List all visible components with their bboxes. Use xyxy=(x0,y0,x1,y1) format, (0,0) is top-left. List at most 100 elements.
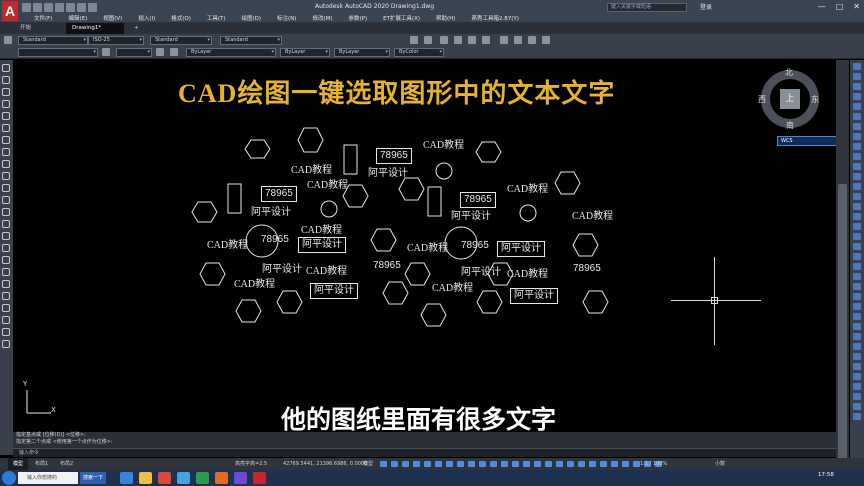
modify-tool-icon[interactable] xyxy=(853,73,861,80)
cad-text-object[interactable]: 78965 xyxy=(461,240,489,251)
menu-item[interactable]: 燕秀工具箱2.87(Y) xyxy=(463,14,526,22)
draw-tool-icon[interactable] xyxy=(2,292,10,300)
new-icon[interactable] xyxy=(22,3,31,12)
modify-tool-icon[interactable] xyxy=(853,213,861,220)
cad-text-object[interactable]: CAD教程 xyxy=(572,207,613,222)
status-toggle-icon[interactable] xyxy=(589,461,596,467)
menu-item[interactable]: 编辑(E) xyxy=(60,14,95,22)
cad-text-object[interactable]: 阿平设计 xyxy=(262,260,302,275)
color-dropdown[interactable]: ByLayer xyxy=(186,48,276,57)
draw-tool-icon[interactable] xyxy=(2,64,10,72)
status-toggle-icon[interactable] xyxy=(435,461,442,467)
layer-state-dropdown[interactable] xyxy=(116,48,152,57)
modify-tool-icon[interactable] xyxy=(853,383,861,390)
app-icon[interactable] xyxy=(177,472,190,484)
modify-tool-icon[interactable] xyxy=(853,413,861,420)
draw-tool-icon[interactable] xyxy=(2,304,10,312)
draw-tool-icon[interactable] xyxy=(2,328,10,336)
draw-tool-icon[interactable] xyxy=(2,196,10,204)
status-toggle-icon[interactable] xyxy=(391,461,398,467)
menu-item[interactable]: 修改(M) xyxy=(304,14,340,22)
calculator-icon[interactable] xyxy=(542,36,550,44)
pan-icon[interactable] xyxy=(440,36,448,44)
modify-tool-icon[interactable] xyxy=(853,123,861,130)
folder-icon[interactable] xyxy=(139,472,152,484)
status-toggle-icon[interactable] xyxy=(501,461,508,467)
redo-icon[interactable] xyxy=(88,3,97,12)
saveas-icon[interactable] xyxy=(55,3,64,12)
app-icon[interactable] xyxy=(215,472,228,484)
draw-tool-icon[interactable] xyxy=(2,208,10,216)
linetype-dropdown[interactable]: ByLayer xyxy=(280,48,330,57)
status-toggle-icon[interactable] xyxy=(567,461,574,467)
modify-tool-icon[interactable] xyxy=(853,283,861,290)
modify-tool-icon[interactable] xyxy=(853,163,861,170)
tab-layout1[interactable]: 布局1 xyxy=(30,458,53,470)
cad-text-object[interactable]: CAD教程 xyxy=(234,275,275,290)
draw-tool-icon[interactable] xyxy=(2,172,10,180)
cad-text-object[interactable]: 78965 xyxy=(373,260,401,271)
status-toggle-icon[interactable] xyxy=(622,461,629,467)
status-toggle-icon[interactable] xyxy=(446,461,453,467)
cad-text-object[interactable]: 阿平设计 xyxy=(461,263,501,278)
status-toggle-icon[interactable] xyxy=(380,461,387,467)
modify-tool-icon[interactable] xyxy=(853,133,861,140)
cad-text-object[interactable]: 78965 xyxy=(460,192,496,208)
draw-tool-icon[interactable] xyxy=(2,184,10,192)
menu-item[interactable]: 格式(O) xyxy=(163,14,199,22)
draw-tool-icon[interactable] xyxy=(2,124,10,132)
cad-text-object[interactable]: CAD教程 xyxy=(307,176,348,191)
zoom-realtime-icon[interactable] xyxy=(454,36,462,44)
cad-text-object[interactable]: 阿平设计 xyxy=(251,203,291,218)
status-toggle-icon[interactable] xyxy=(534,461,541,467)
layer-previous-icon[interactable] xyxy=(170,48,178,56)
taskbar-search-input[interactable]: 输入你想搜的 xyxy=(18,472,78,484)
status-toggle-icon[interactable] xyxy=(490,461,497,467)
modify-tool-icon[interactable] xyxy=(853,263,861,270)
menu-item[interactable]: 工具(T) xyxy=(199,14,234,22)
draw-tool-icon[interactable] xyxy=(2,280,10,288)
status-toggle-icon[interactable] xyxy=(468,461,475,467)
menu-item[interactable]: 标注(N) xyxy=(269,14,304,22)
style-icon[interactable] xyxy=(4,36,12,44)
cad-text-object[interactable]: CAD教程 xyxy=(432,279,473,294)
cad-text-object[interactable]: 78965 xyxy=(573,263,601,274)
modify-tool-icon[interactable] xyxy=(853,333,861,340)
autocad-logo[interactable]: A xyxy=(2,1,18,21)
open-icon[interactable] xyxy=(33,3,42,12)
draw-tool-icon[interactable] xyxy=(2,316,10,324)
modify-tool-icon[interactable] xyxy=(853,343,861,350)
layer-properties-icon[interactable] xyxy=(102,48,110,56)
windows-start-button[interactable] xyxy=(2,471,16,485)
modify-tool-icon[interactable] xyxy=(853,63,861,70)
close-button[interactable]: ✕ xyxy=(853,2,860,11)
cad-text-object[interactable]: 阿平设计 xyxy=(451,207,491,222)
draw-tool-icon[interactable] xyxy=(2,136,10,144)
modify-tool-icon[interactable] xyxy=(853,373,861,380)
viewcube-north[interactable]: 北 xyxy=(785,67,793,78)
cad-text-object[interactable]: 78965 xyxy=(261,234,289,245)
cad-text-object[interactable]: CAD教程 xyxy=(301,221,342,236)
redo-icon[interactable] xyxy=(424,36,432,44)
draw-tool-icon[interactable] xyxy=(2,268,10,276)
cad-text-object[interactable]: 78965 xyxy=(261,186,297,202)
modify-tool-icon[interactable] xyxy=(853,203,861,210)
navigation-bar[interactable]: WCS xyxy=(777,136,836,146)
modify-tool-icon[interactable] xyxy=(853,193,861,200)
vertical-scrollbar[interactable] xyxy=(836,60,849,474)
status-toggle-icon[interactable] xyxy=(424,461,431,467)
cad-text-object[interactable]: 78965 xyxy=(376,148,412,164)
modify-tool-icon[interactable] xyxy=(853,223,861,230)
viewcube-east[interactable]: 东 xyxy=(811,94,819,105)
plot-icon[interactable] xyxy=(66,3,75,12)
taskbar-search-button[interactable]: 搜索一下 xyxy=(80,472,107,484)
cad-text-object[interactable]: CAD教程 xyxy=(207,236,248,251)
model-space-button[interactable]: 模型 xyxy=(358,458,378,470)
status-toggle-icon[interactable] xyxy=(611,461,618,467)
viewcube-top-face[interactable]: 上 xyxy=(780,89,800,109)
save-icon[interactable] xyxy=(44,3,53,12)
dim-style-dropdown[interactable]: ISO-25 xyxy=(88,36,144,45)
menu-item[interactable]: ET扩展工具(X) xyxy=(375,14,428,22)
modify-tool-icon[interactable] xyxy=(853,233,861,240)
search-input[interactable]: 键入关键字或短语 xyxy=(607,3,687,12)
